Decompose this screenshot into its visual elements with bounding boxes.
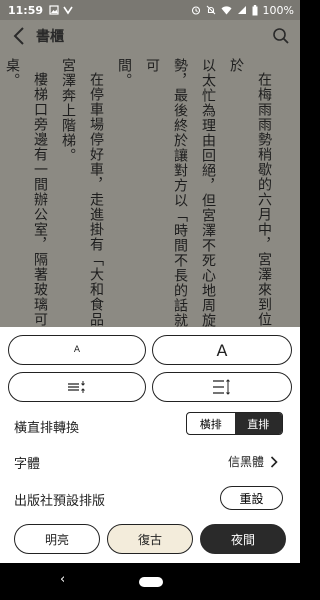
text-line: 在梅雨雨勢稍歇的六月中，宮澤來到位於 bbox=[228, 58, 272, 327]
page-title: 書櫃 bbox=[36, 29, 64, 45]
reader-top-bar: 書櫃 bbox=[0, 20, 300, 52]
book-text: 在梅雨雨勢稍歇的六月中，宮澤來到位於 以太忙為理由回絕，但宮澤不死心地周旋 勢，… bbox=[0, 58, 278, 327]
text-line: 以太忙為理由回絕，但宮澤不死心地周旋 bbox=[200, 58, 216, 327]
nav-back-icon[interactable]: ‹ bbox=[60, 572, 65, 587]
font-size-increase-button[interactable]: A bbox=[152, 335, 292, 365]
reset-button[interactable]: 重設 bbox=[220, 486, 283, 510]
search-icon bbox=[273, 28, 289, 44]
text-line: 在停車場停好車，走進掛有「大和食品 bbox=[88, 72, 104, 327]
text-line: 桌。 bbox=[4, 58, 20, 88]
status-bar: 11:59 100% bbox=[0, 0, 300, 20]
search-button[interactable] bbox=[270, 25, 292, 47]
theme-bright-button[interactable]: 明亮 bbox=[14, 524, 100, 554]
orientation-label: 橫直排轉換 bbox=[14, 421, 80, 436]
font-large-label: A bbox=[216, 340, 228, 360]
horizontal-option[interactable]: 橫排 bbox=[187, 413, 235, 434]
reader-area[interactable]: 書櫃 在梅雨雨勢稍歇的六月中，宮澤來到位於 以太忙為理由回絕，但宮澤不死心地周旋… bbox=[0, 20, 300, 327]
font-value: 信黑體 bbox=[227, 455, 264, 469]
notifications-off-icon bbox=[206, 5, 215, 15]
system-nav-bar: ‹ bbox=[0, 563, 300, 600]
font-selector[interactable]: 信黑體 bbox=[228, 453, 278, 470]
chevron-right-icon bbox=[270, 455, 278, 468]
text-line: 間。 bbox=[116, 58, 132, 88]
nav-home-pill[interactable] bbox=[139, 577, 163, 587]
theme-night-button[interactable]: 夜間 bbox=[200, 524, 286, 554]
alarm-icon bbox=[191, 6, 200, 15]
wifi-icon bbox=[221, 6, 232, 15]
vertical-option[interactable]: 直排 bbox=[234, 413, 282, 434]
reading-settings-panel: A A 橫直排轉換 橫排 直排 字體 信黑體 出版社預設排版 重設 明亮 復古 … bbox=[0, 327, 300, 563]
font-small-label: A bbox=[73, 345, 81, 355]
signal-icon bbox=[237, 6, 246, 14]
text-line: 勢，最後終於讓對方以「時間不長的話就可 bbox=[144, 58, 188, 327]
font-label: 字體 bbox=[14, 457, 41, 472]
game-icon bbox=[63, 6, 73, 15]
back-button[interactable] bbox=[8, 25, 30, 47]
text-line: 樓梯口旁邊有一間辦公室，隔著玻璃可 bbox=[32, 72, 48, 327]
text-line: 宮澤奔上階梯。 bbox=[60, 58, 76, 163]
line-spacing-decrease-button[interactable] bbox=[8, 372, 146, 402]
publisher-layout-label: 出版社預設排版 bbox=[14, 494, 106, 509]
battery-percent: 100% bbox=[262, 3, 294, 17]
line-spacing-tight-icon bbox=[68, 381, 85, 393]
orientation-toggle: 橫排 直排 bbox=[186, 412, 283, 435]
chevron-left-icon bbox=[13, 27, 24, 45]
gallery-icon bbox=[49, 5, 59, 15]
status-time: 11:59 bbox=[8, 3, 44, 17]
battery-icon bbox=[252, 4, 258, 15]
theme-retro-button[interactable]: 復古 bbox=[107, 524, 193, 554]
font-size-decrease-button[interactable]: A bbox=[8, 335, 146, 365]
line-spacing-wide-icon bbox=[213, 379, 230, 395]
line-spacing-increase-button[interactable] bbox=[152, 372, 292, 402]
